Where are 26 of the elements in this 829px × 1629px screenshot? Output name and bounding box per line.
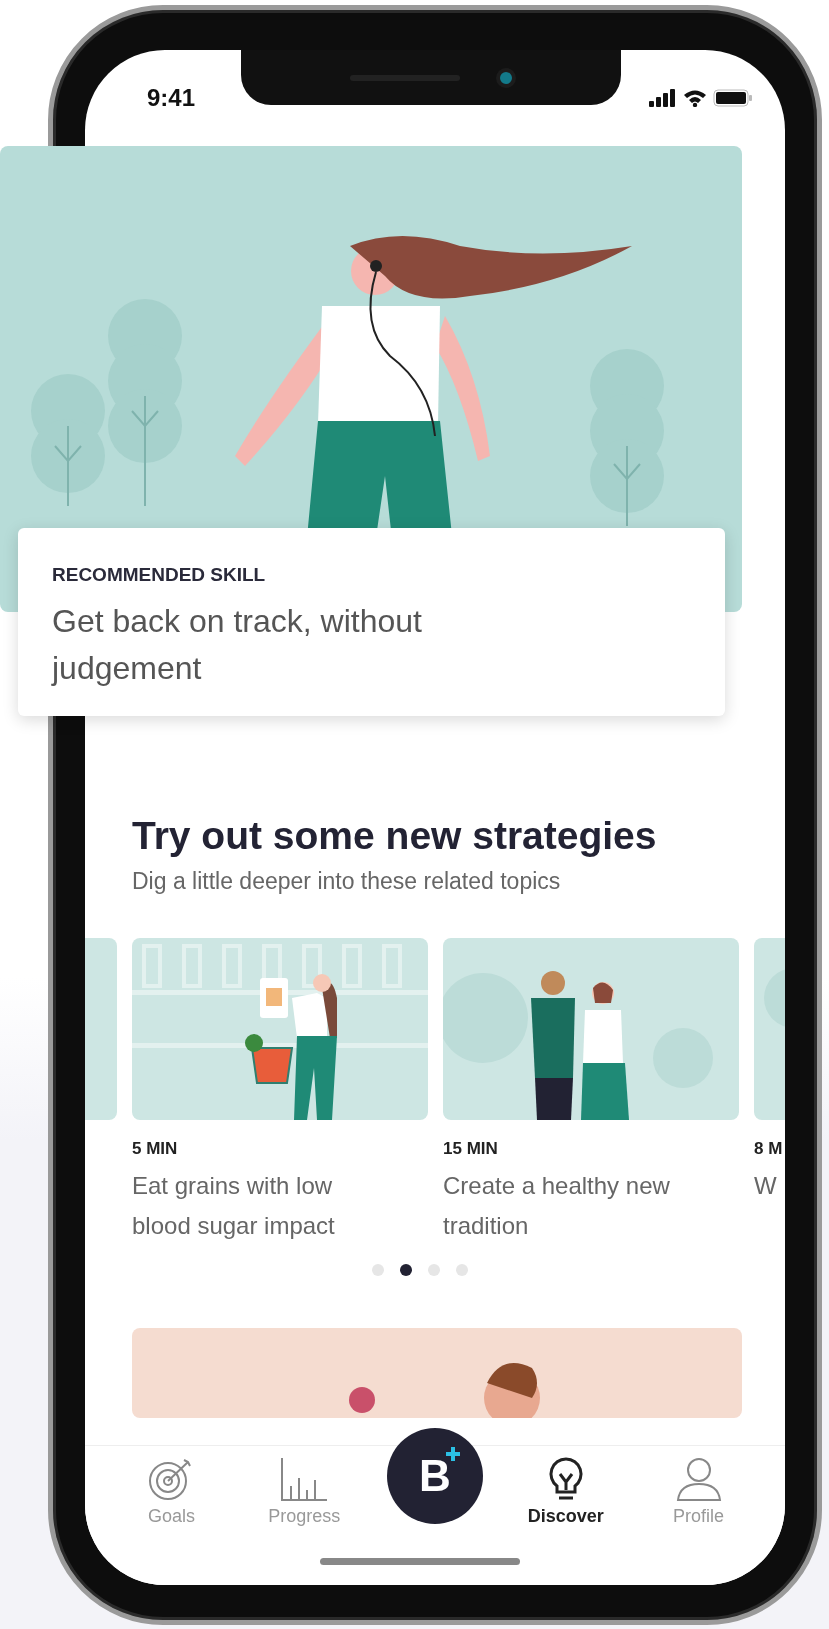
plus-icon: [445, 1446, 461, 1462]
card-title: Get back on track, without judgement: [52, 602, 423, 688]
recommended-card[interactable]: RECOMMENDED SKILL Get back on track, without judgement: [18, 528, 725, 716]
pager-dot[interactable]: [400, 1264, 412, 1276]
topic-title: Eat grains with low blood sugar impact: [132, 1171, 336, 1241]
status-time: 9:41: [147, 83, 196, 112]
section-subtitle: Dig a little deeper into these related topics: [132, 867, 562, 896]
topic-duration: 5 MIN: [132, 1138, 179, 1160]
walking-couple-drawing[interactable]: [443, 938, 739, 1120]
nav-tab[interactable]: Discover: [515, 1456, 616, 1527]
topic-duration: 15 MIN: [443, 1138, 499, 1160]
topic-title: Create a healthy new tradition: [443, 1171, 671, 1241]
action-button[interactable]: B: [387, 1428, 483, 1524]
pager-dot[interactable]: [428, 1264, 440, 1276]
bar-chart-icon: [279, 1456, 330, 1502]
shopping-woman-drawing[interactable]: [132, 938, 428, 1120]
pager-dot[interactable]: [372, 1264, 384, 1276]
pager-dot[interactable]: [456, 1264, 468, 1276]
topic-duration: 8 M: [754, 1138, 784, 1160]
signal-icon: [649, 88, 677, 107]
section-title: Try out some new strategies: [132, 813, 658, 859]
person-icon: [675, 1456, 722, 1502]
card-label: RECOMMENDED SKILL: [52, 564, 267, 586]
battery-icon: [713, 88, 753, 107]
wifi-icon: [683, 88, 707, 107]
topic-title: W: [754, 1171, 778, 1201]
